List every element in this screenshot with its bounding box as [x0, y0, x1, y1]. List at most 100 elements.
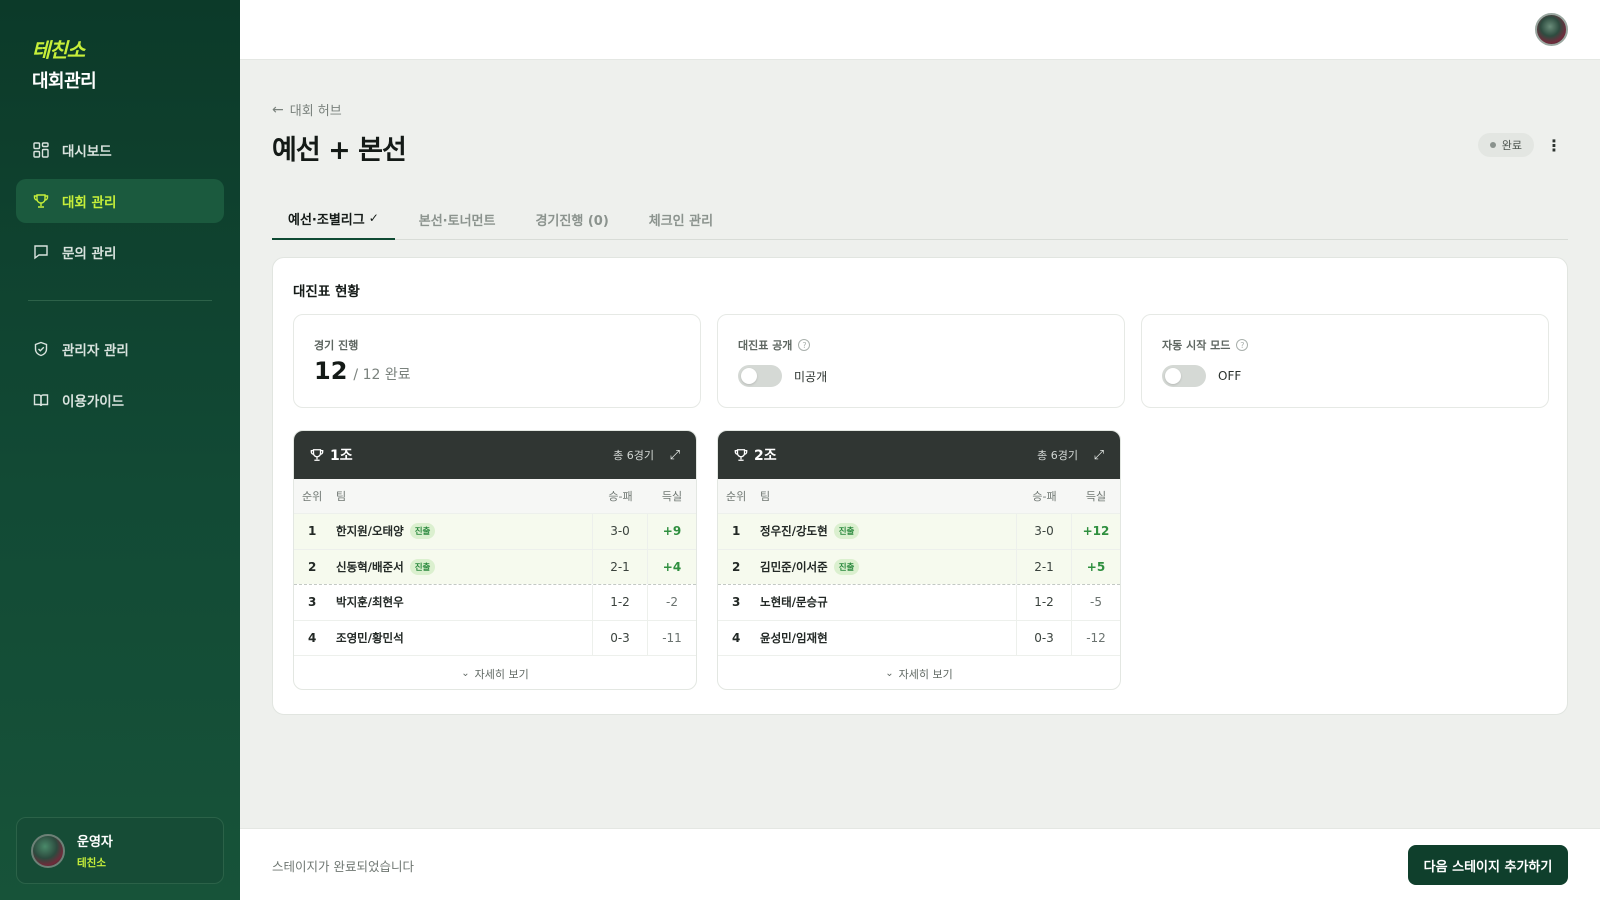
row-diff: +12: [1082, 524, 1110, 539]
tab-label: 본선·토너먼트: [418, 213, 496, 229]
table-row[interactable]: 4 조영민/황민석 0-3 -11: [294, 619, 696, 655]
tab-group-stage[interactable]: 예선·조별리그 ✓: [272, 198, 395, 240]
row-team: 조영민/황민석: [336, 630, 592, 646]
row-diff: +5: [1086, 559, 1106, 574]
public-label: 대진표 공개: [738, 339, 793, 352]
public-card: 대진표 공개 ? 미공개: [717, 314, 1125, 408]
team-name: 김민준/이서준: [760, 559, 828, 574]
view-details-label: 자세히 보기: [474, 667, 529, 681]
help-icon[interactable]: ?: [798, 339, 811, 351]
sidebar-item-admins[interactable]: 관리자 관리: [16, 327, 224, 371]
status-badge: 완료: [1477, 133, 1534, 157]
row-team: 윤성민/임재현: [760, 630, 1016, 646]
sidebar: 테친소 대회관리 대시보드 대회 관리 문의 관리 관리자 관리 이용가이드 운…: [0, 0, 240, 900]
tab-match-progress[interactable]: 경기진행 (0): [519, 198, 624, 240]
breadcrumb-label: 대회 허브: [289, 104, 342, 119]
logo-subtitle: 대회관리: [32, 71, 97, 92]
table-row[interactable]: 3 박지훈/최현우 1-2 -2: [294, 584, 696, 620]
public-toggle-row: 미공개: [738, 365, 827, 387]
view-details-label: 자세히 보기: [898, 667, 953, 681]
panel-title: 대진표 현황: [293, 284, 360, 300]
row-wl: 1-2: [592, 585, 648, 620]
logo-mark: 테친소: [32, 38, 85, 62]
page-title: 예선 + 본선: [272, 135, 407, 166]
sidebar-item-tournaments[interactable]: 대회 관리: [16, 179, 224, 223]
public-value: 미공개: [794, 369, 828, 384]
row-rank: 3: [308, 595, 317, 610]
group-card: 2조 총 6경기 ⤢ 순위 팀 승-패 득실 1 정우진/강도현 진출 3-0 +…: [717, 430, 1121, 690]
sidebar-item-guide[interactable]: 이용가이드: [16, 378, 224, 422]
row-rank: 2: [732, 559, 741, 574]
status-label: 완료: [1501, 139, 1522, 152]
row-team: 한지원/오태양 진출: [336, 523, 592, 540]
table-row[interactable]: 1 정우진/강도현 진출 3-0 +12: [718, 513, 1120, 549]
logo[interactable]: 테친소 대회관리: [32, 34, 97, 93]
group-card: 1조 총 6경기 ⤢ 순위 팀 승-패 득실 1 한지원/오태양 진출 3-0 +…: [293, 430, 697, 690]
row-rank: 1: [308, 524, 317, 539]
row-team: 정우진/강도현 진출: [760, 523, 1016, 540]
breadcrumb[interactable]: ← 대회 허브: [272, 100, 342, 120]
sidebar-divider: [28, 300, 212, 301]
topbar: [240, 0, 1600, 60]
row-wl: 1-2: [1016, 585, 1072, 620]
profile-avatar[interactable]: [1535, 13, 1568, 46]
col-rank: 순위: [302, 490, 323, 503]
tab-checkin[interactable]: 체크인 관리: [633, 198, 729, 240]
check-icon: ✓: [368, 211, 379, 225]
team-name: 정우진/강도현: [760, 524, 828, 539]
book-icon: [32, 391, 50, 409]
group-name: 2조: [754, 448, 777, 464]
auto-value: OFF: [1218, 369, 1242, 383]
help-icon[interactable]: ?: [1236, 339, 1249, 351]
user-org: 테친소: [77, 857, 106, 869]
expand-icon[interactable]: ⤢: [670, 448, 680, 463]
add-next-stage-button[interactable]: 다음 스테이지 추가하기: [1408, 845, 1568, 885]
team-name: 조영민/황민석: [336, 630, 404, 645]
progress-card: 경기 진행 12 / 12 완료: [293, 314, 701, 408]
group-total: 총 6경기: [1037, 449, 1078, 462]
table-row[interactable]: 3 노현태/문승규 1-2 -5: [718, 584, 1120, 620]
bracket-status-panel: 대진표 현황 경기 진행 12 / 12 완료 대진표 공개 ? 미공개 자동 …: [272, 257, 1568, 715]
table-row[interactable]: 2 김민준/이서준 진출 2-1 +5: [718, 548, 1120, 584]
tab-label: 체크인 관리: [648, 213, 714, 229]
trophy-icon: [734, 448, 748, 462]
sidebar-item-label: 관리자 관리: [62, 343, 129, 359]
tab-tournament[interactable]: 본선·토너먼트: [403, 198, 512, 240]
row-wl: 3-0: [1016, 514, 1072, 549]
avatar: [31, 833, 65, 868]
stage-status-text: 스테이지가 완료되었습니다: [272, 859, 414, 874]
auto-start-card: 자동 시작 모드 ? OFF: [1141, 314, 1549, 408]
expand-icon[interactable]: ⤢: [1094, 448, 1104, 463]
sidebar-item-inquiries[interactable]: 문의 관리: [16, 230, 224, 274]
row-rank: 1: [732, 524, 741, 539]
kebab-menu-icon: ⋮: [1546, 135, 1562, 155]
view-details-button[interactable]: ⌄ 자세히 보기: [294, 655, 696, 689]
row-wl: 0-3: [592, 620, 648, 655]
view-details-button[interactable]: ⌄ 자세히 보기: [718, 655, 1120, 689]
row-diff: -5: [1090, 595, 1102, 610]
grid-icon: [32, 141, 50, 159]
row-wl: 3-0: [592, 514, 648, 549]
advance-badge: 진출: [833, 558, 860, 575]
public-toggle[interactable]: [738, 365, 782, 387]
sidebar-item-label: 대시보드: [62, 144, 112, 160]
arrow-left-icon: ←: [272, 101, 284, 118]
group-header: 1조 총 6경기 ⤢: [294, 431, 696, 479]
row-diff: -11: [662, 630, 682, 645]
sidebar-item-dashboard[interactable]: 대시보드: [16, 128, 224, 172]
table-row[interactable]: 1 한지원/오태양 진출 3-0 +9: [294, 513, 696, 549]
auto-toggle-row: OFF: [1162, 365, 1241, 387]
row-wl: 0-3: [1016, 620, 1072, 655]
tab-label: 경기진행 (0): [535, 213, 609, 229]
team-name: 한지원/오태양: [336, 524, 404, 539]
chevron-down-icon: ⌄: [885, 668, 894, 679]
more-options-button[interactable]: ⋮: [1544, 133, 1564, 157]
user-card[interactable]: 운영자 테친소: [16, 817, 224, 884]
trophy-icon: [310, 448, 324, 462]
col-wl: 승-패: [1032, 490, 1057, 503]
table-row[interactable]: 2 신동혁/배준서 진출 2-1 +4: [294, 548, 696, 584]
trophy-icon: [32, 192, 50, 210]
auto-start-toggle[interactable]: [1162, 365, 1206, 387]
table-row[interactable]: 4 윤성민/임재현 0-3 -12: [718, 619, 1120, 655]
col-wl: 승-패: [608, 490, 633, 503]
